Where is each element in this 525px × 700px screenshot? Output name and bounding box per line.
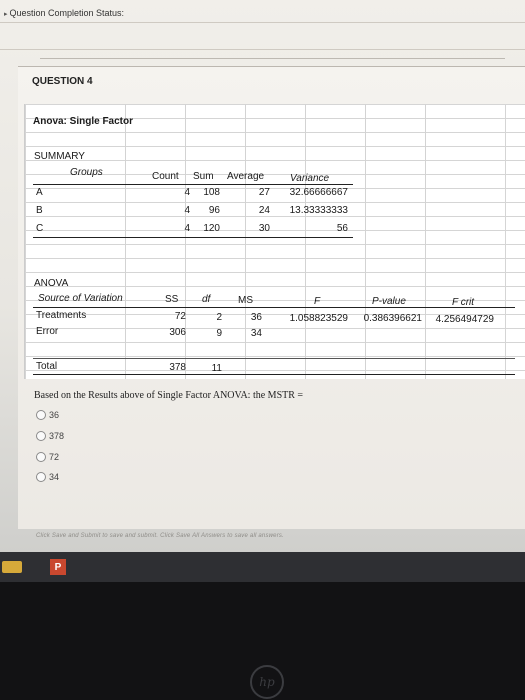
hp-logo: hp — [250, 665, 284, 699]
summary-count: 4 — [184, 205, 190, 216]
summary-variance: 13.33333333 — [289, 205, 348, 216]
powerpoint-icon[interactable]: P — [50, 559, 66, 575]
question-title: QUESTION 4 — [32, 76, 93, 87]
summary-header-groups: Groups — [70, 167, 103, 178]
summary-average: 27 — [258, 187, 270, 198]
total-label: Total — [36, 361, 58, 372]
question-completion-status: Question Completion Status: — [4, 8, 124, 18]
divider — [40, 58, 505, 59]
answer-option[interactable]: 378 — [36, 431, 64, 441]
radio-button[interactable] — [36, 472, 46, 482]
anova-f: 1.058823529 — [289, 313, 348, 324]
summary-header-average: Average — [227, 171, 265, 182]
total-df: 11 — [211, 363, 222, 374]
summary-group: A — [36, 187, 43, 198]
anova-ss: 72 — [174, 311, 186, 322]
anova-header-pvalue: P-value — [372, 296, 406, 307]
summary-header-sum: Sum — [193, 171, 214, 182]
save-instructions: Click Save and Submit to save and submit… — [36, 533, 284, 539]
grid-line — [305, 104, 306, 379]
summary-count: 4 — [184, 223, 190, 234]
anova-ss: 306 — [169, 327, 186, 338]
summary-sum: 96 — [208, 205, 220, 216]
anova-source: Treatments — [36, 310, 87, 321]
file-explorer-icon[interactable] — [2, 561, 22, 573]
anova-source: Error — [36, 326, 59, 337]
summary-average: 24 — [258, 205, 270, 216]
answer-option[interactable]: 36 — [36, 410, 59, 420]
browser-viewport: Question Completion Status: QUESTION 4 A… — [0, 0, 525, 552]
status-bar — [0, 22, 525, 50]
option-label: 72 — [49, 452, 60, 462]
summary-average: 30 — [258, 223, 270, 234]
summary-header-count: Count — [152, 171, 179, 182]
anova-header-rule — [33, 307, 515, 308]
anova-header-df: df — [202, 294, 211, 305]
anova-header-ss: SS — [165, 294, 179, 305]
option-label: 378 — [49, 431, 65, 441]
summary-variance: 56 — [336, 223, 348, 234]
anova-df: 2 — [216, 312, 222, 323]
anova-header-ms: MS — [238, 295, 253, 306]
summary-group: C — [36, 223, 44, 234]
summary-sum: 108 — [203, 187, 220, 198]
summary-group: B — [36, 205, 43, 216]
radio-button[interactable] — [36, 410, 46, 420]
anova-title: Anova: Single Factor — [33, 116, 134, 127]
answer-option[interactable]: 72 — [36, 452, 59, 462]
spreadsheet-image — [24, 104, 525, 379]
anova-header-source: Source of Variation — [38, 293, 123, 304]
option-label: 34 — [49, 472, 60, 482]
question-text: Based on the Results above of Single Fac… — [34, 390, 304, 401]
summary-label: SUMMARY — [34, 151, 85, 162]
radio-button[interactable] — [36, 452, 46, 462]
anova-label: ANOVA — [34, 278, 69, 289]
option-label: 36 — [49, 410, 60, 420]
anova-pvalue: 0.386396621 — [363, 313, 422, 324]
taskbar — [0, 552, 525, 582]
total-top-rule — [33, 358, 515, 359]
summary-variance: 32.66666667 — [289, 187, 348, 198]
grid-line — [125, 104, 126, 379]
summary-sum: 120 — [203, 223, 220, 234]
total-bottom-rule — [33, 374, 515, 375]
total-ss: 378 — [169, 362, 186, 373]
anova-fcrit: 4.256494729 — [435, 314, 494, 325]
anova-ms: 34 — [250, 328, 262, 339]
summary-count: 4 — [184, 187, 190, 198]
anova-df: 9 — [216, 328, 222, 339]
grid-line — [425, 104, 426, 379]
anova-ms: 36 — [250, 312, 262, 323]
anova-header-f: F — [314, 296, 321, 307]
grid-line — [365, 104, 366, 379]
summary-bottom-rule — [33, 237, 353, 238]
radio-button[interactable] — [36, 431, 46, 441]
summary-header-variance: Variance — [290, 173, 330, 184]
summary-header-rule — [33, 184, 353, 185]
answer-option[interactable]: 34 — [36, 472, 59, 482]
